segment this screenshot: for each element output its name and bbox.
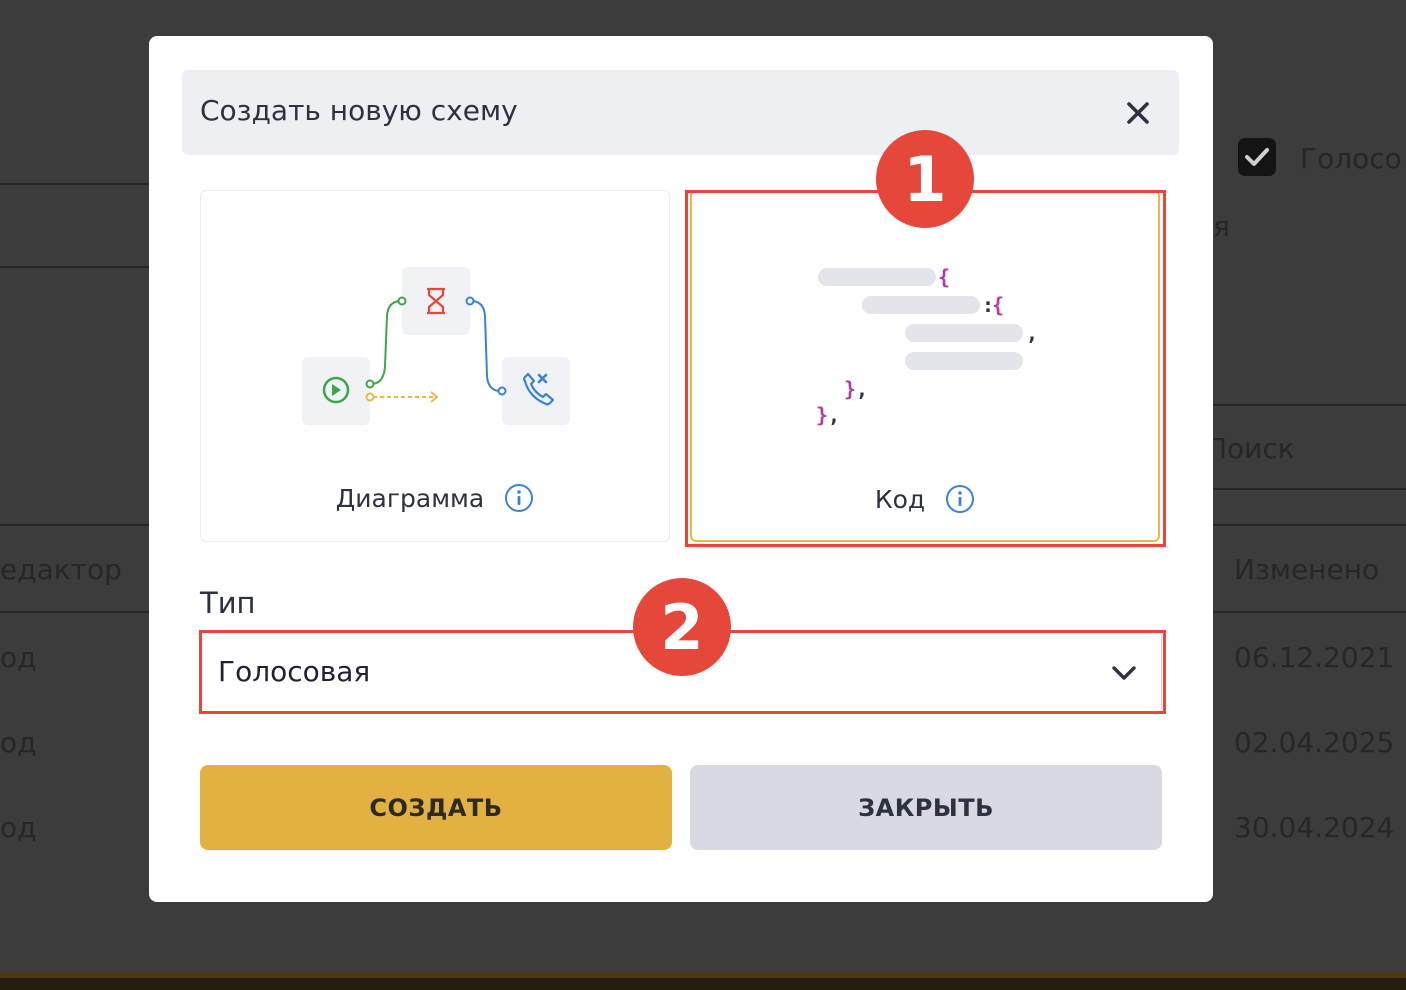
column-header-modified[interactable]: Изменено: [1234, 553, 1379, 586]
check-icon: [1245, 148, 1269, 166]
search-placeholder[interactable]: Поиск: [1206, 432, 1295, 465]
annotation-highlight-code-card: [685, 190, 1166, 547]
type-label: Тип: [200, 586, 256, 620]
divider: [0, 611, 150, 613]
divider: [0, 266, 150, 268]
table-cell-editor: од: [0, 726, 37, 759]
table-cell-modified: 02.04.2025: [1234, 726, 1395, 759]
close-modal-button[interactable]: ЗАКРЫТЬ: [690, 765, 1162, 850]
modal-title: Создать новую схему: [200, 94, 518, 127]
annotation-badge-1: 1: [876, 130, 974, 228]
divider: [1212, 488, 1406, 490]
divider: [0, 524, 150, 526]
divider: [0, 183, 150, 185]
table-cell-editor: од: [0, 641, 37, 674]
diagram-option-card[interactable]: Диаграмма: [200, 190, 670, 542]
diagram-illustration: [302, 267, 570, 425]
annotation-badge-2: 2: [633, 578, 731, 676]
modal-header: Создать новую схему: [182, 70, 1179, 155]
create-button[interactable]: СОЗДАТЬ: [200, 765, 672, 850]
divider: [1212, 524, 1406, 526]
column-header-editor[interactable]: едактор: [0, 553, 122, 586]
divider: [1212, 611, 1406, 613]
checkbox-label: Голосо: [1300, 142, 1402, 175]
table-cell-editor: од: [0, 811, 37, 844]
info-icon[interactable]: [504, 483, 534, 513]
close-icon: [1127, 102, 1149, 124]
card-label: Диаграмма: [201, 483, 669, 513]
bottom-bar: [0, 972, 1406, 990]
table-cell-modified: 30.04.2024: [1234, 811, 1395, 844]
voice-checkbox[interactable]: [1238, 138, 1276, 176]
partial-text: я: [1213, 210, 1230, 243]
diagram-label: Диаграмма: [335, 483, 485, 513]
table-cell-modified: 06.12.2021: [1234, 641, 1395, 674]
divider: [1212, 404, 1406, 406]
close-button[interactable]: [1119, 94, 1157, 132]
